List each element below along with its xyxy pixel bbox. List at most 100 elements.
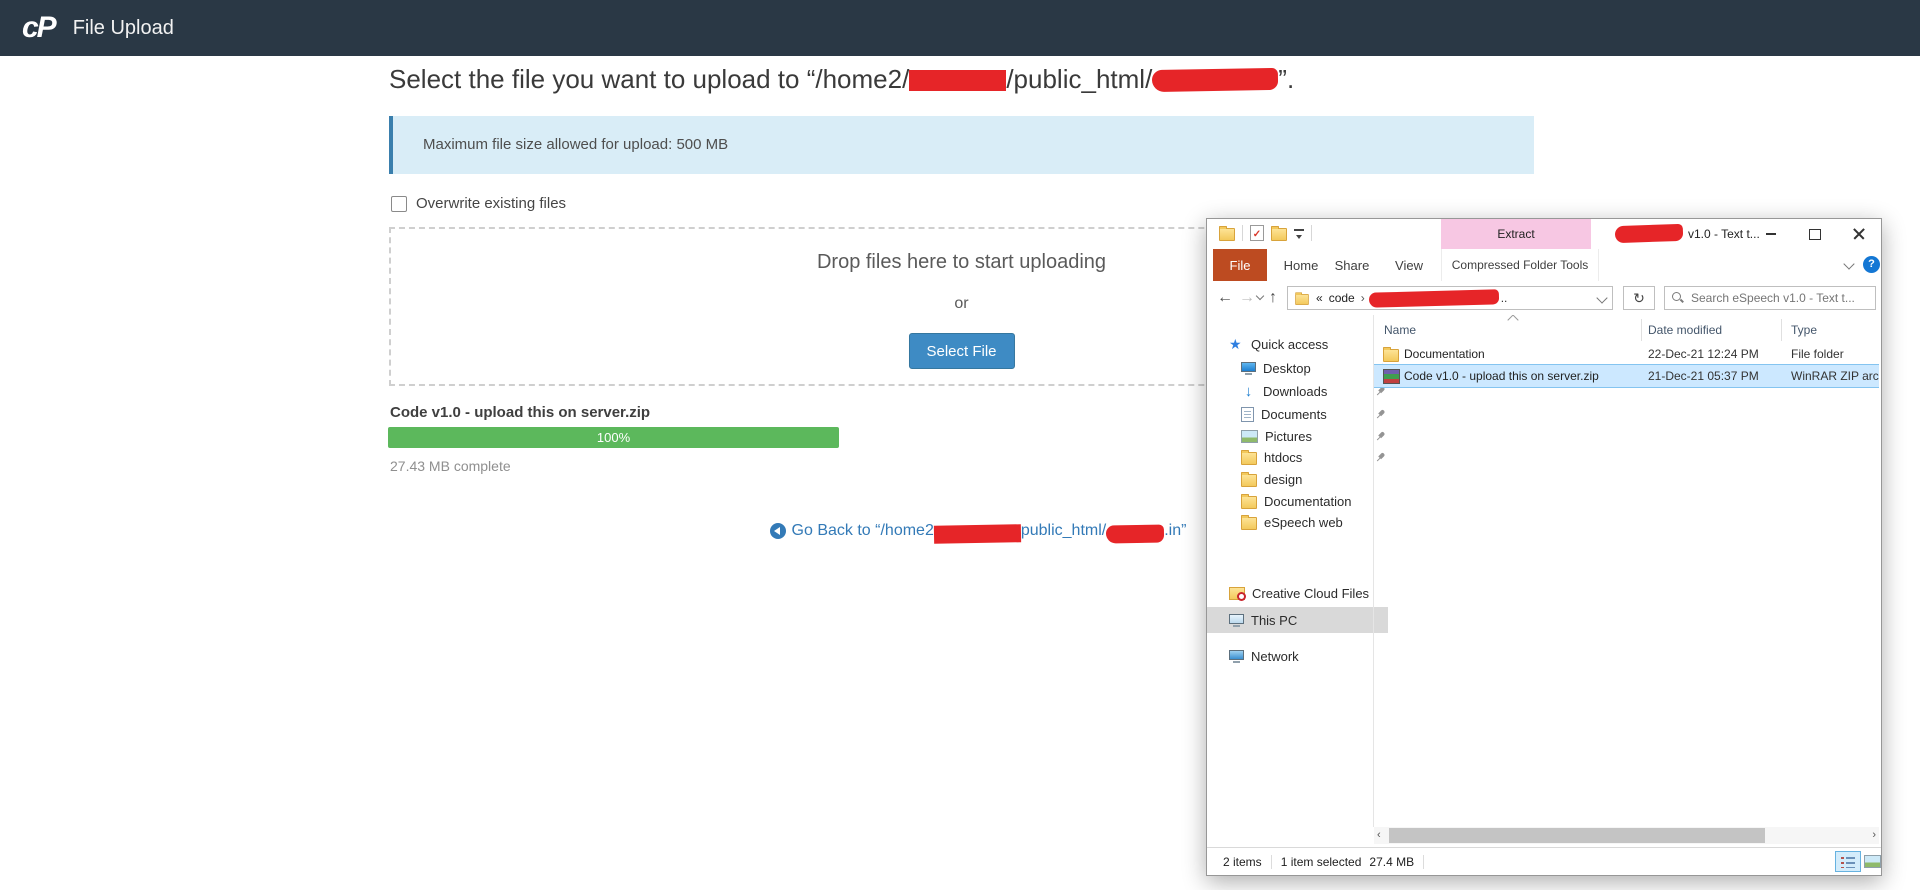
scrollbar-thumb[interactable] — [1389, 828, 1765, 843]
properties-icon[interactable] — [1250, 225, 1264, 241]
winrar-zip-icon — [1383, 369, 1400, 384]
navigation-pane: ★ Quick access Desktop ↓ Downloads Docum… — [1207, 315, 1388, 827]
network-icon — [1229, 649, 1244, 663]
scroll-left-icon[interactable]: ‹ — [1377, 829, 1381, 841]
explorer-window: Extract v1.0 - Text t... File Home Share… — [1206, 218, 1882, 876]
redaction-domain-scribble — [1152, 67, 1279, 93]
extract-ribbon-group[interactable]: Extract — [1441, 219, 1591, 249]
go-back-text-3: .in” — [1164, 522, 1187, 539]
go-back-text-2: public_html/ — [1020, 522, 1107, 539]
explorer-titlebar: Extract v1.0 - Text t... — [1207, 219, 1881, 249]
upload-progress-bar: 100% — [388, 427, 839, 448]
column-header-type[interactable]: Type — [1791, 323, 1817, 337]
maximize-icon — [1809, 228, 1821, 240]
sidebar-item-label: Downloads — [1263, 383, 1328, 399]
horizontal-scrollbar[interactable]: ‹ › — [1374, 827, 1879, 844]
upload-complete-text: 27.43 MB complete — [390, 458, 511, 474]
column-header-date-modified[interactable]: Date modified — [1648, 323, 1722, 337]
sidebar-item-this-pc[interactable]: This PC — [1207, 607, 1388, 633]
sidebar-item-label: Quick access — [1251, 336, 1329, 352]
sidebar-item-label: Network — [1251, 648, 1299, 664]
file-name: Code v1.0 - upload this on server.zip — [1404, 369, 1599, 383]
sidebar-item-label: design — [1264, 471, 1303, 487]
address-bar[interactable]: « code › .. — [1287, 286, 1613, 310]
sidebar-item-creative-cloud-files[interactable]: Creative Cloud Files — [1207, 582, 1395, 604]
status-divider — [1423, 854, 1425, 869]
scroll-right-icon[interactable]: › — [1872, 829, 1876, 841]
customize-toolbar-dropdown-icon[interactable] — [1294, 229, 1304, 241]
go-back-link[interactable]: Go Back to “/home2 public_html/ .in” — [769, 522, 1187, 544]
column-divider[interactable] — [1641, 319, 1642, 341]
file-row-code-zip[interactable]: Code v1.0 - upload this on server.zip 21… — [1374, 364, 1879, 388]
documents-icon — [1241, 406, 1254, 422]
tab-home[interactable]: Home — [1276, 249, 1326, 281]
address-bar-row: ← → ↑ « code › .. ↻ Search eSpeech v1.0 … — [1207, 281, 1881, 315]
upload-heading-text-1: Select the file you want to upload to “/… — [389, 64, 910, 94]
quick-access-star-icon: ★ — [1229, 336, 1242, 352]
upload-heading: Select the file you want to upload to “/… — [389, 64, 1294, 95]
upload-filename: Code v1.0 - upload this on server.zip — [390, 404, 651, 421]
select-file-button[interactable]: Select File — [908, 333, 1015, 369]
back-nav-icon[interactable]: ← — [1217, 288, 1233, 308]
sidebar-item-label: Pictures — [1265, 428, 1312, 444]
tab-share[interactable]: Share — [1327, 249, 1377, 281]
sidebar-item-quick-access[interactable]: ★ Quick access — [1207, 333, 1395, 355]
chevron-down-icon[interactable] — [1843, 258, 1855, 270]
file-row-documentation[interactable]: Documentation 22-Dec-21 12:24 PM File fo… — [1374, 343, 1879, 365]
breadcrumb-folder[interactable]: code — [1329, 291, 1355, 305]
toolbar-divider — [1242, 225, 1243, 241]
sidebar-item-label: Documents — [1261, 406, 1327, 422]
maximize-button[interactable] — [1793, 219, 1837, 249]
upload-heading-text-2: /public_html/ — [1006, 64, 1153, 94]
folder-icon[interactable] — [1219, 225, 1235, 241]
tab-compressed-folder-tools[interactable]: Compressed Folder Tools — [1441, 249, 1599, 281]
pictures-icon — [1241, 429, 1258, 443]
large-icons-view-button[interactable] — [1863, 853, 1881, 869]
redaction-domain-scribble-2 — [1106, 524, 1165, 544]
breadcrumb-prefix: « — [1316, 291, 1323, 305]
details-view-icon — [1841, 856, 1855, 868]
up-nav-icon[interactable]: ↑ — [1269, 288, 1277, 308]
overwrite-checkbox[interactable] — [391, 195, 407, 212]
folder-icon — [1295, 291, 1309, 305]
search-icon — [1672, 292, 1684, 304]
sidebar-item-network[interactable]: Network — [1207, 645, 1395, 667]
cpanel-header: cP File Upload — [0, 0, 1920, 56]
redaction-address-scribble — [1368, 288, 1499, 308]
status-divider — [1270, 854, 1272, 869]
back-arrow-icon — [769, 523, 786, 539]
folder-icon — [1241, 449, 1257, 465]
folder-icon — [1241, 471, 1257, 487]
refresh-button[interactable]: ↻ — [1623, 286, 1655, 310]
file-type: File folder — [1791, 347, 1844, 361]
recent-locations-icon[interactable] — [1255, 291, 1265, 301]
ribbon-tab-bar: File Home Share View Compressed Folder T… — [1207, 249, 1881, 282]
redaction-username-2 — [933, 524, 1021, 544]
new-folder-icon[interactable] — [1271, 225, 1287, 241]
desktop-icon — [1241, 361, 1256, 375]
sidebar-item-label: Desktop — [1263, 360, 1311, 376]
file-date-modified: 21-Dec-21 05:37 PM — [1648, 369, 1759, 383]
file-name: Documentation — [1404, 347, 1485, 361]
address-dropdown-icon[interactable] — [1596, 292, 1608, 304]
selected-size: 27.4 MB — [1369, 854, 1415, 869]
folder-icon — [1241, 493, 1257, 509]
tab-file[interactable]: File — [1213, 249, 1267, 281]
column-header-name[interactable]: Name — [1384, 323, 1416, 337]
go-back-text-1: Go Back to “/home2 — [791, 522, 934, 539]
help-button[interactable]: ? — [1863, 256, 1880, 273]
close-button[interactable] — [1837, 219, 1881, 249]
this-pc-icon — [1229, 613, 1244, 627]
folder-icon — [1241, 514, 1257, 530]
column-divider[interactable] — [1781, 319, 1782, 341]
creative-cloud-icon — [1229, 586, 1246, 601]
details-view-button[interactable] — [1835, 851, 1861, 872]
minimize-button[interactable] — [1749, 219, 1793, 249]
breadcrumb-separator: › — [1360, 291, 1365, 305]
sort-ascending-icon — [1507, 315, 1519, 326]
downloads-icon: ↓ — [1244, 382, 1253, 400]
search-input[interactable]: Search eSpeech v1.0 - Text t... — [1664, 286, 1876, 310]
tab-view[interactable]: View — [1384, 249, 1434, 281]
forward-nav-icon[interactable]: → — [1239, 288, 1255, 308]
file-date-modified: 22-Dec-21 12:24 PM — [1648, 347, 1759, 361]
